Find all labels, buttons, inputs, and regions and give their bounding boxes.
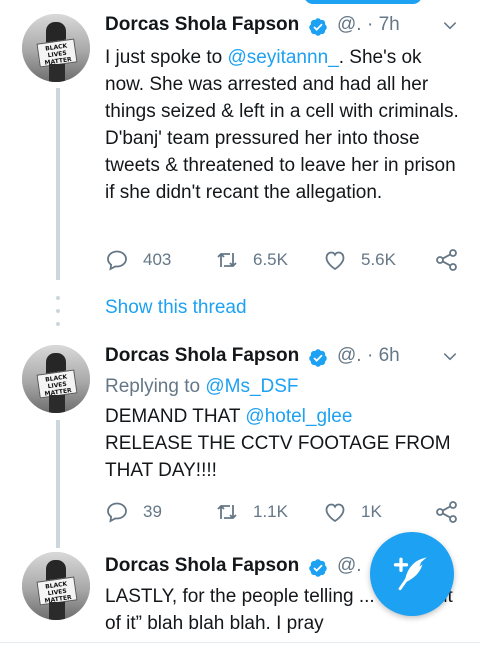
tweet-time[interactable]: · 6h <box>367 345 400 367</box>
author-handle[interactable]: @. <box>337 555 362 577</box>
reply-button[interactable]: 39 <box>105 500 162 524</box>
thread-dot <box>56 309 60 313</box>
retweet-button[interactable]: 6.5K <box>215 248 288 272</box>
like-count: 5.6K <box>361 250 396 269</box>
heart-icon <box>325 503 345 523</box>
tweet-header: Dorcas Shola Fapson @. · 6h <box>105 345 465 371</box>
retweet-icon <box>217 253 237 267</box>
avatar[interactable]: BLACK LIVES MATTER <box>22 345 90 413</box>
compose-feather-icon <box>393 557 427 591</box>
reply-icon <box>107 250 127 271</box>
heart-icon <box>325 251 345 271</box>
thread-connector <box>56 88 60 280</box>
show-thread-link[interactable]: Show this thread <box>105 297 247 319</box>
mention-link[interactable]: @hotel_glee <box>245 406 352 427</box>
reply-icon <box>107 502 127 523</box>
retweet-button[interactable]: 1.1K <box>215 500 288 524</box>
like-button[interactable]: 5.6K <box>323 248 396 272</box>
retweet-count: 6.5K <box>253 250 288 269</box>
reply-button[interactable]: 403 <box>105 248 171 272</box>
author-handle[interactable]: @. <box>337 345 362 367</box>
tweet-text: DEMAND THAT @hotel_glee RELEASE THE CCTV … <box>105 406 451 481</box>
author-name[interactable]: Dorcas Shola Fapson <box>105 555 299 577</box>
avatar[interactable]: BLACK LIVES MATTER <box>22 552 90 620</box>
author-handle[interactable]: @. <box>337 14 362 36</box>
reply-count: 39 <box>143 502 162 521</box>
thread-connector <box>56 420 60 548</box>
verified-badge-icon <box>309 18 327 36</box>
verified-badge-icon <box>309 559 327 577</box>
share-icon[interactable] <box>435 248 459 272</box>
thread-dot <box>56 296 60 300</box>
replying-to-link[interactable]: @Ms_DSF <box>205 376 298 397</box>
tweet-text: I just spoke to @seyitannn_. She's ok no… <box>105 47 459 203</box>
share-icon[interactable] <box>435 500 459 524</box>
thread-dot <box>56 322 60 326</box>
compose-tweet-button[interactable] <box>370 532 454 616</box>
chevron-down-icon[interactable] <box>443 350 457 364</box>
verified-badge-icon <box>309 349 327 367</box>
reply-count: 403 <box>143 250 172 269</box>
mention-link[interactable]: @seyitannn_ <box>228 47 339 68</box>
top-button-edge[interactable] <box>304 0 422 4</box>
author-name[interactable]: Dorcas Shola Fapson <box>105 345 299 367</box>
like-count: 1K <box>361 502 382 521</box>
author-name[interactable]: Dorcas Shola Fapson <box>105 14 299 36</box>
tweet-actions: 39 1.1K 1K <box>105 500 465 526</box>
tweet-header: Dorcas Shola Fapson @. · 7h <box>105 14 465 40</box>
tweet-time[interactable]: · 7h <box>367 14 400 36</box>
divider <box>0 642 480 643</box>
chevron-down-icon[interactable] <box>443 19 457 33</box>
avatar[interactable]: BLACK LIVES MATTER <box>22 14 90 82</box>
retweet-count: 1.1K <box>253 502 288 521</box>
tweet-actions: 403 6.5K 5.6K <box>105 248 465 274</box>
replying-to: Replying to @Ms_DSF <box>105 376 299 397</box>
like-button[interactable]: 1K <box>323 500 382 524</box>
retweet-icon <box>217 505 237 519</box>
